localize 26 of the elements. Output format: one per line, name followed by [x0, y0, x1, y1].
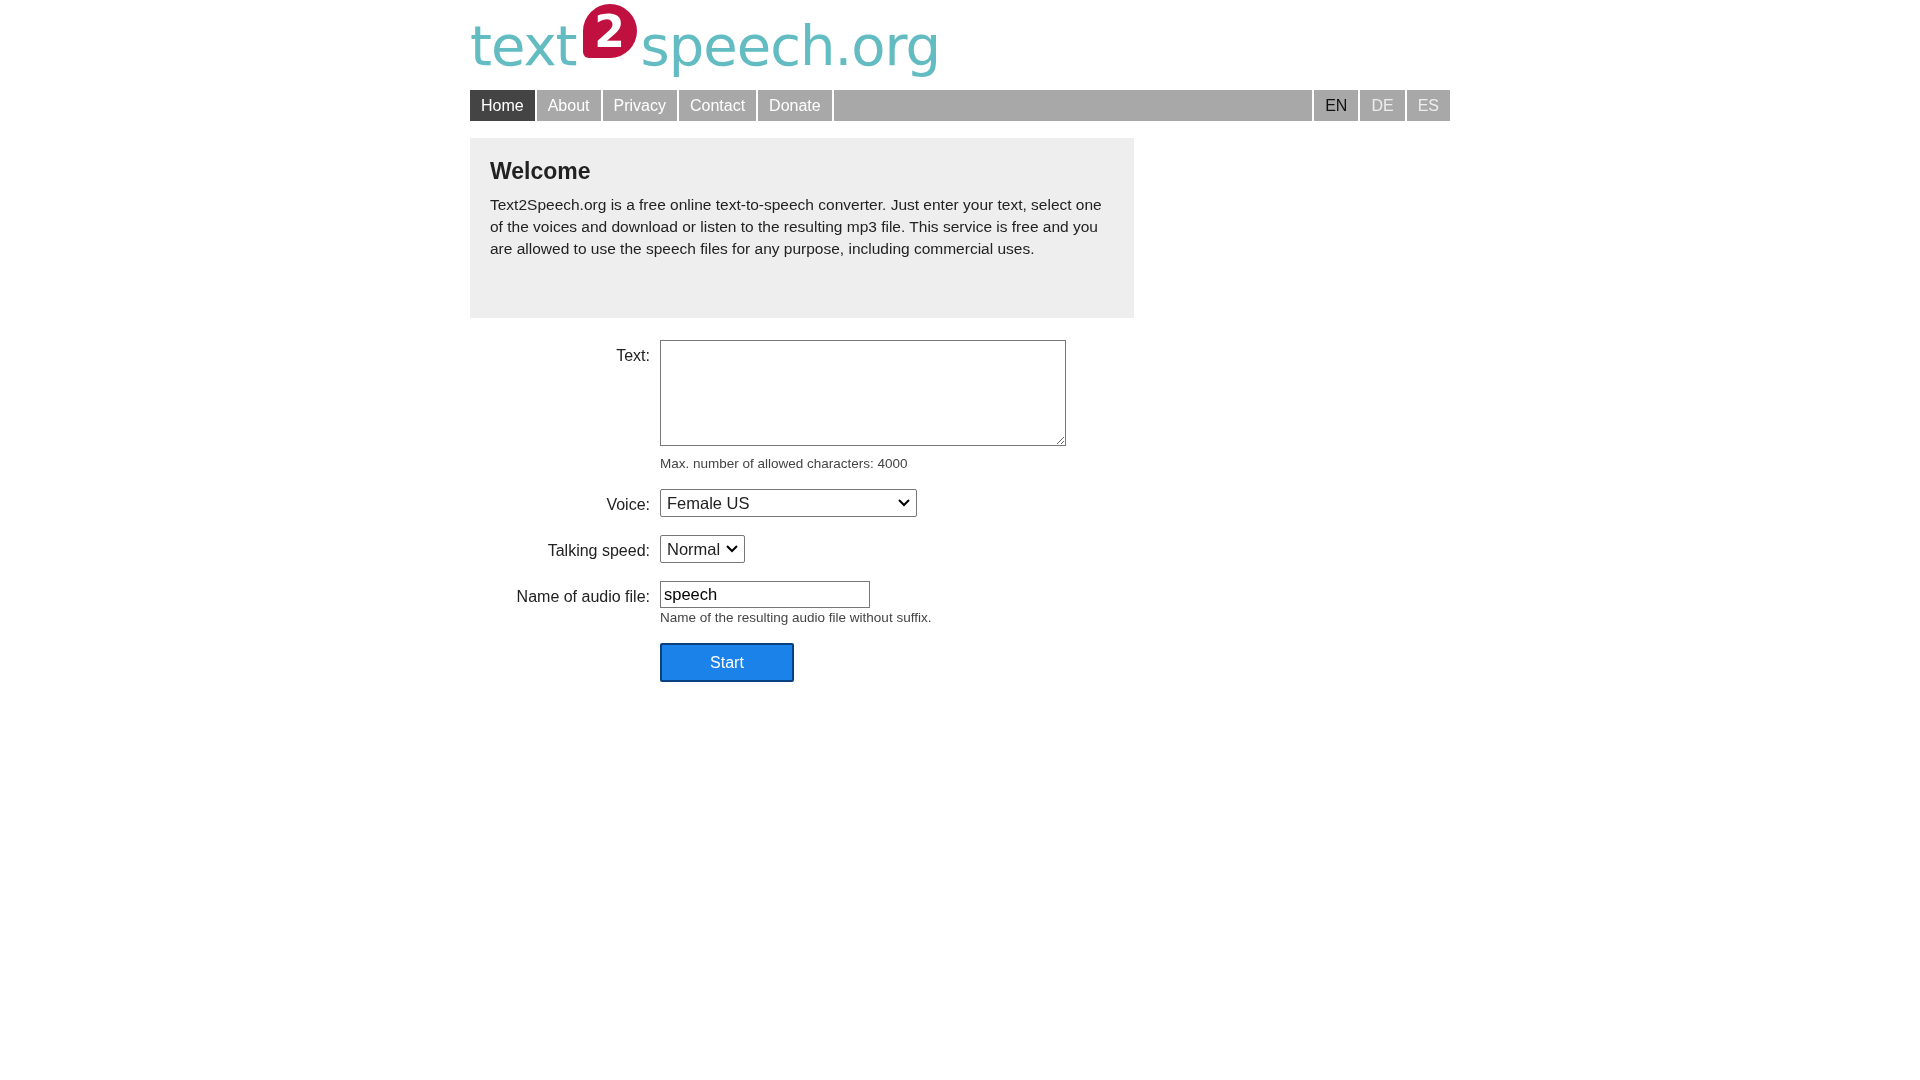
- field-label: Text:: [615, 346, 650, 366]
- hint-text: Name of the resulting audio file without suffix.: [660, 610, 932, 625]
- language-tab[interactable]: ES: [1404, 90, 1450, 121]
- nav-tab[interactable]: About: [536, 90, 603, 121]
- file-name-field[interactable]: speech: [660, 581, 870, 608]
- language-tab[interactable]: DE: [1358, 90, 1405, 121]
- hint-text: Max. number of allowed characters: 4000: [660, 456, 908, 471]
- logo-badge: 2: [582, 4, 637, 58]
- voice-dropdown[interactable]: Female US: [660, 489, 917, 517]
- logo-text: speech.org: [640, 18, 941, 80]
- nav-tab[interactable]: Home: [470, 90, 537, 121]
- chevron-icon: [898, 499, 910, 507]
- chevron-icon: [726, 545, 739, 553]
- logo-text: text: [470, 18, 577, 80]
- text-input[interactable]: [660, 340, 1066, 446]
- field-label: Voice:: [605, 495, 650, 515]
- nav-tab[interactable]: Privacy: [602, 90, 679, 121]
- nav-tab[interactable]: Donate: [758, 90, 834, 121]
- welcome-text: Text2Speech.org is a free online text-to-speech converter. Just enter your text, select one of the voices and download or listen to the resulting mp3 file. This service is free and you are allowed to use the speech files for any purpose, including commercial uses.: [490, 195, 1103, 259]
- field-label: Name of audio file:: [515, 587, 650, 607]
- language-tab[interactable]: EN: [1312, 90, 1359, 121]
- nav-tab[interactable]: Contact: [678, 90, 759, 121]
- speed-dropdown[interactable]: Normal: [660, 535, 746, 563]
- start-button[interactable]: Start: [660, 643, 794, 682]
- field-label: Talking speed:: [546, 541, 650, 561]
- welcome-title: Welcome: [490, 158, 592, 185]
